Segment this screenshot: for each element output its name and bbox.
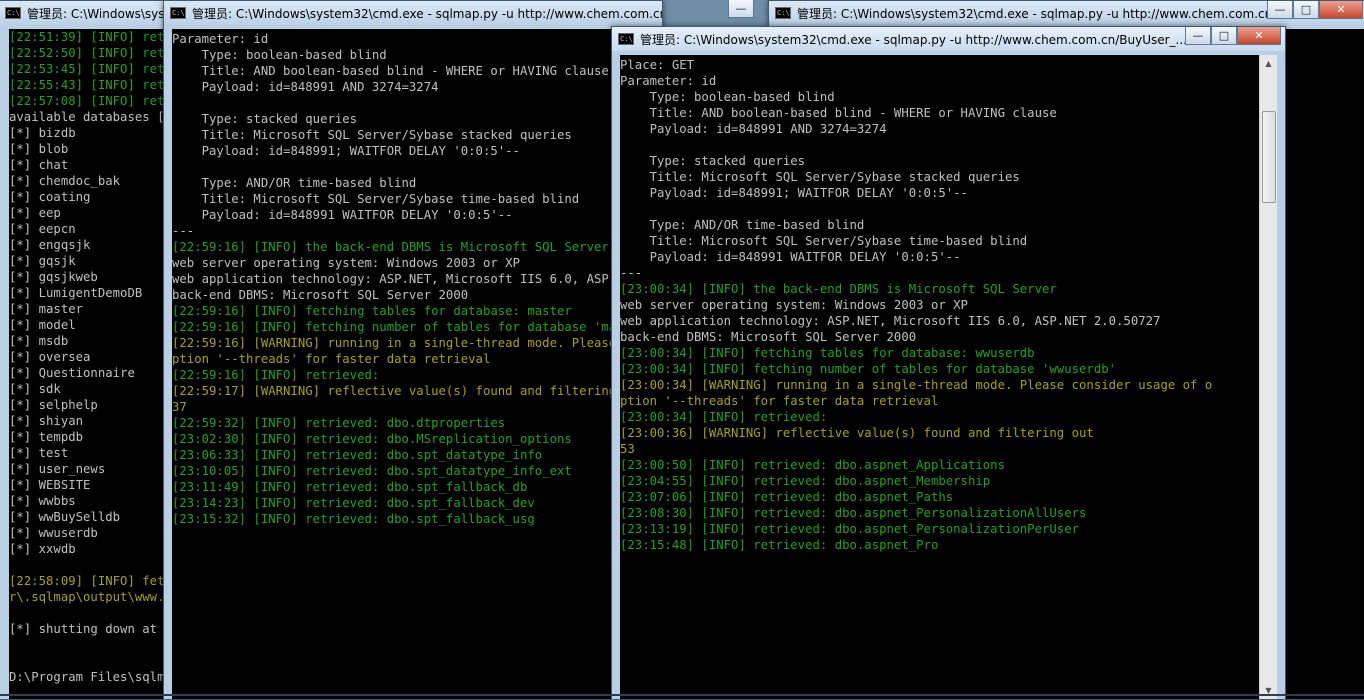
console-line: Payload: id=848991 WAITFOR DELAY '0:0:5'… [620, 250, 961, 264]
console-line: [23:15:48] [INFO] retrieved: dbo.aspnet_… [620, 538, 939, 552]
console-line: 37 [172, 400, 187, 414]
console-lines: Parameter: id Type: boolean-based blind … [172, 31, 662, 527]
console-line: [22:59:16] [WARNING] running in a single… [172, 336, 662, 350]
console-line: Type: AND/OR time-based blind [620, 218, 865, 232]
window-title: 管理员: C:\Windows\system32\cmd.exe - sqlma… [640, 32, 1185, 47]
console-line: [22:59:16] [INFO] retrieved: [172, 368, 380, 382]
console-line: Type: stacked queries [172, 112, 358, 126]
console-line: Title: Microsoft SQL Server/Sybase time-… [172, 192, 580, 206]
console-line: [23:00:34] [INFO] fetching tables for da… [620, 346, 1035, 360]
console-line: Payload: id=848991 AND 3274=3274 [172, 80, 439, 94]
console-line: ption '--threads' for faster data retrie… [620, 394, 939, 408]
scroll-down-arrow-icon[interactable]: ▼ [1260, 682, 1277, 699]
maximize-button[interactable]: □ [1293, 1, 1319, 19]
console-line: web application technology: ASP.NET, Mic… [620, 314, 1161, 328]
console-line: [23:08:30] [INFO] retrieved: dbo.aspnet_… [620, 506, 1087, 520]
console-line: Title: Microsoft SQL Server/Sybase time-… [620, 234, 1028, 248]
console-line: Type: AND/OR time-based blind [172, 176, 417, 190]
console-line: [23:06:33] [INFO] retrieved: dbo.spt_dat… [172, 448, 543, 462]
cmd-icon: C:\ [618, 33, 634, 45]
console-line: [23:15:32] [INFO] retrieved: dbo.spt_fal… [172, 512, 535, 526]
console-line: back-end DBMS: Microsoft SQL Server 2000 [172, 288, 469, 302]
cmd-window-4[interactable]: C:\ 管理员: C:\Windows\system32\cmd.exe - s… [611, 26, 1286, 700]
console-line: [22:59:16] [INFO] the back-end DBMS is M… [172, 240, 609, 254]
console-line: ption '--threads' for faster data retrie… [172, 352, 491, 366]
console-output[interactable]: Parameter: id Type: boolean-based blind … [172, 29, 662, 699]
console-line: [22:59:32] [INFO] retrieved: dbo.dtprope… [172, 416, 506, 430]
console-line: [22:59:16] [INFO] fetching number of tab… [172, 320, 654, 334]
cmd-icon: C:\ [5, 7, 21, 19]
console-line: back-end DBMS: Microsoft SQL Server 2000 [620, 330, 917, 344]
cmd-window-3-titlebar[interactable]: C:\ 管理员: C:\Windows\system32\cmd.exe - s… [769, 1, 1364, 25]
console-line: [22:59:17] [WARNING] reflective value(s)… [172, 384, 646, 398]
console-line: 53 [620, 442, 635, 456]
window-controls: — □ ✕ [1185, 27, 1281, 45]
console-line: Title: Microsoft SQL Server/Sybase stack… [172, 128, 572, 142]
window-title: 管理员: C:\Windows\system32\cmd.exe - sqlma… [797, 6, 1267, 21]
cmd-window-4-titlebar[interactable]: C:\ 管理员: C:\Windows\system32\cmd.exe - s… [612, 27, 1285, 51]
console-lines: Place: GET Parameter: id Type: boolean-ba… [620, 57, 1260, 553]
console-line: --- [620, 266, 643, 280]
cmd-icon: C:\ [775, 7, 791, 19]
console-line: web application technology: ASP.NET, Mic… [172, 272, 662, 286]
console-line: Type: boolean-based blind [172, 48, 387, 62]
console-line: [23:00:50] [INFO] retrieved: dbo.aspnet_… [620, 458, 1005, 472]
cmd-window-2-titlebar[interactable]: C:\ 管理员: C:\Windows\system32\cmd.exe - s… [164, 1, 662, 25]
scrollbar-thumb[interactable] [1262, 111, 1276, 203]
console-output[interactable]: Place: GET Parameter: id Type: boolean-ba… [620, 55, 1277, 699]
console-line: Payload: id=848991; WAITFOR DELAY '0:0:5… [172, 144, 520, 158]
cmd-icon: C:\ [170, 7, 186, 19]
console-line: Type: stacked queries [620, 154, 806, 168]
window-controls: — □ ✕ [1267, 1, 1363, 19]
console-line: [23:13:19] [INFO] retrieved: dbo.aspnet_… [620, 522, 1080, 536]
console-line: Title: AND boolean-based blind - WHERE o… [172, 64, 609, 78]
console-line: [23:00:34] [INFO] retrieved: [620, 410, 828, 424]
minimize-button[interactable]: — [1185, 27, 1211, 45]
minimize-button[interactable]: — [1267, 1, 1293, 19]
console-line: Payload: id=848991 WAITFOR DELAY '0:0:5'… [172, 208, 513, 222]
console-line: [23:02:30] [INFO] retrieved: dbo.MSrepli… [172, 432, 572, 446]
console-line: --- [172, 224, 195, 238]
console-line: [23:00:34] [INFO] fetching number of tab… [620, 362, 1117, 376]
console-line: [23:04:55] [INFO] retrieved: dbo.aspnet_… [620, 474, 991, 488]
console-line: [23:11:49] [INFO] retrieved: dbo.spt_fal… [172, 480, 528, 494]
console-line: Title: Microsoft SQL Server/Sybase stack… [620, 170, 1020, 184]
console-line: Parameter: id [172, 32, 269, 46]
console-line: [23:00:34] [INFO] the back-end DBMS is M… [620, 282, 1057, 296]
console-line: Place: GET [620, 58, 695, 72]
console-line: Payload: id=848991; WAITFOR DELAY '0:0:5… [620, 186, 968, 200]
console-line: Type: boolean-based blind [620, 90, 835, 104]
close-button[interactable]: ✕ [1319, 1, 1363, 19]
vertical-scrollbar[interactable]: ▲ ▼ [1259, 55, 1277, 699]
console-line: [23:00:36] [WARNING] reflective value(s)… [620, 426, 1094, 440]
maximize-button[interactable]: □ [1211, 27, 1237, 45]
minimize-button[interactable]: — [728, 0, 754, 18]
console-line: [22:59:16] [INFO] fetching tables for da… [172, 304, 572, 318]
console-line: [23:10:05] [INFO] retrieved: dbo.spt_dat… [172, 464, 572, 478]
console-line: [23:07:06] [INFO] retrieved: dbo.aspnet_… [620, 490, 954, 504]
window-title: 管理员: C:\Windows\system32\cmd.exe - sqlma… [192, 6, 662, 21]
console-line: web server operating system: Windows 200… [172, 256, 520, 270]
scroll-up-arrow-icon[interactable]: ▲ [1260, 55, 1277, 72]
console-line: web server operating system: Windows 200… [620, 298, 968, 312]
console-line: [23:00:34] [WARNING] running in a single… [620, 378, 1213, 392]
console-line: [23:14:23] [INFO] retrieved: dbo.spt_fal… [172, 496, 535, 510]
console-line: Payload: id=848991 AND 3274=3274 [620, 122, 887, 136]
console-line: Parameter: id [620, 74, 717, 88]
cmd-window-2[interactable]: C:\ 管理员: C:\Windows\system32\cmd.exe - s… [163, 0, 663, 700]
close-button[interactable]: ✕ [1237, 27, 1281, 45]
cmd-window-2-controls: — [728, 0, 754, 18]
console-line: Title: AND boolean-based blind - WHERE o… [620, 106, 1057, 120]
